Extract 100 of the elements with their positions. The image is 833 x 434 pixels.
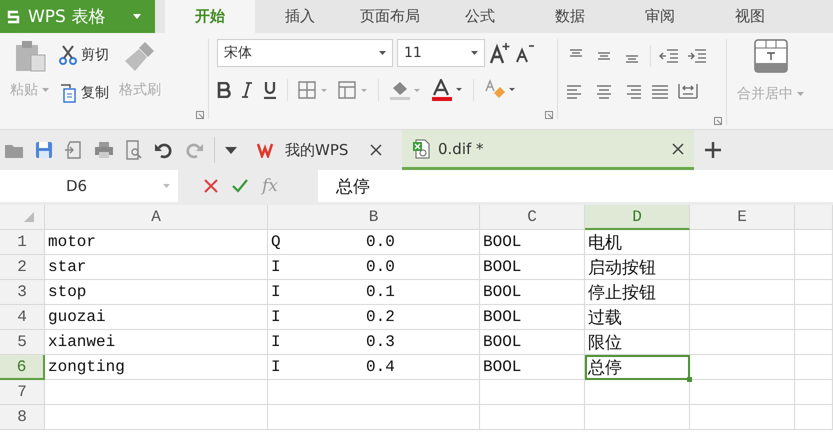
cell-text: 0.0 — [366, 258, 395, 276]
row-header[interactable]: 4 — [0, 305, 45, 330]
caret-icon — [797, 92, 804, 96]
cut-button[interactable]: 剪切 — [57, 43, 111, 67]
cell-style-icon[interactable] — [338, 81, 368, 99]
scissors-icon — [59, 45, 77, 65]
decrease-indent-icon[interactable] — [659, 48, 679, 64]
close-icon[interactable] — [672, 142, 684, 154]
table-cell: guozai — [45, 305, 268, 330]
ribbon-tab[interactable]: 审阅 — [615, 0, 705, 33]
increase-indent-icon[interactable] — [687, 48, 707, 64]
table-cell — [795, 380, 833, 405]
caret-icon — [379, 51, 386, 55]
font-name-value: 宋体 — [224, 44, 252, 62]
bold-icon[interactable] — [217, 82, 231, 98]
row-header[interactable]: 2 — [0, 255, 45, 280]
cell-text: 0.4 — [366, 358, 395, 376]
table-cell: 启动按钮 — [585, 255, 690, 280]
ribbon-tab[interactable]: 数据 — [525, 0, 615, 33]
document-tab-title: 我的WPS — [285, 140, 348, 160]
table-cell — [795, 230, 833, 255]
column-header[interactable]: D — [585, 205, 690, 230]
row-header[interactable]: 6 — [0, 355, 45, 380]
paintbrush-icon — [123, 39, 157, 73]
underline-icon[interactable] — [263, 81, 277, 99]
font-shrink-icon[interactable] — [515, 43, 535, 63]
ribbon-tab[interactable]: 视图 — [705, 0, 795, 33]
document-tab[interactable]: 0.dif * — [402, 130, 694, 170]
dialog-launcher-icon[interactable] — [545, 111, 553, 119]
paste-label: 粘贴 — [10, 81, 38, 99]
dialog-launcher-icon[interactable] — [714, 117, 722, 125]
dialog-launcher-icon[interactable] — [196, 111, 204, 119]
eraser-icon[interactable] — [484, 79, 516, 101]
printer-icon[interactable] — [94, 140, 114, 160]
row-header[interactable]: 8 — [0, 405, 45, 430]
ribbon-tab[interactable]: 开始 — [165, 0, 255, 33]
borders-icon[interactable] — [298, 81, 328, 99]
caret-icon — [163, 184, 170, 188]
font-size-dropdown[interactable]: 11 — [397, 39, 485, 67]
save-icon[interactable] — [34, 140, 54, 160]
column-header[interactable]: E — [690, 205, 795, 230]
column-header[interactable]: B — [268, 205, 480, 230]
table-cell: zongting — [45, 355, 268, 380]
table-cell — [795, 305, 833, 330]
font-grow-icon[interactable] — [489, 42, 511, 64]
ribbon-tab[interactable]: 页面布局 — [345, 0, 435, 33]
cell-text: 0.3 — [366, 333, 395, 351]
align-center-icon[interactable] — [594, 83, 614, 99]
row-header[interactable]: 5 — [0, 330, 45, 355]
formula-field[interactable]: 总停 — [318, 170, 833, 202]
copy-icon — [59, 83, 77, 103]
font-size-value: 11 — [404, 45, 422, 61]
justify-icon[interactable] — [650, 83, 670, 99]
font-name-dropdown[interactable]: 宋体 — [217, 39, 393, 67]
table-cell: motor — [45, 230, 268, 255]
cell-text: Q — [271, 233, 282, 251]
table-cell: 停止按钮 — [585, 280, 690, 305]
row-header[interactable]: 7 — [0, 380, 45, 405]
table-cell: xianwei — [45, 330, 268, 355]
cut-label: 剪切 — [81, 46, 109, 64]
dropdown-caret-icon[interactable] — [225, 146, 237, 154]
table-cell: stop — [45, 280, 268, 305]
row-header[interactable]: 3 — [0, 280, 45, 305]
column-header[interactable]: A — [45, 205, 268, 230]
cell-text: 总停 — [588, 356, 622, 378]
cell-text: I — [271, 258, 282, 276]
name-box[interactable]: D6 — [0, 170, 178, 202]
cancel-icon[interactable] — [204, 179, 218, 193]
table-cell: 限位 — [585, 330, 690, 355]
merge-center-label: 合并居中 — [737, 85, 793, 103]
copy-button[interactable]: 复制 — [57, 81, 111, 105]
row-header[interactable]: 1 — [0, 230, 45, 255]
confirm-icon[interactable] — [232, 179, 248, 193]
cell-text: 0.2 — [366, 308, 395, 326]
table-cell — [795, 355, 833, 380]
print-preview-icon[interactable] — [124, 140, 144, 160]
table-cell: star — [45, 255, 268, 280]
ribbon-tab[interactable]: 公式 — [435, 0, 525, 33]
formula-value: 总停 — [336, 176, 370, 198]
copy-label: 复制 — [81, 84, 109, 102]
table-cell: BOOL — [480, 280, 585, 305]
merge-cells-icon — [754, 39, 788, 73]
fill-handle[interactable] — [687, 377, 692, 382]
cell-reference: D6 — [66, 177, 88, 195]
document-tab[interactable]: 我的WPS — [247, 130, 392, 170]
new-tab-icon[interactable] — [704, 141, 722, 159]
italic-icon[interactable] — [241, 82, 253, 98]
font-color-icon[interactable] — [431, 79, 463, 101]
table-cell: BOOL — [480, 305, 585, 330]
ribbon-tab[interactable]: 插入 — [255, 0, 345, 33]
table-cell — [795, 255, 833, 280]
table-cell: BOOL — [480, 230, 585, 255]
app-logo-icon — [6, 10, 20, 24]
close-icon[interactable] — [370, 144, 382, 156]
distribute-icon[interactable] — [678, 83, 698, 99]
column-header[interactable]: C — [480, 205, 585, 230]
table-cell — [795, 405, 833, 430]
fill-color-icon[interactable] — [389, 80, 421, 100]
app-menu-button[interactable]: WPS 表格 — [0, 0, 155, 33]
table-cell: BOOL — [480, 330, 585, 355]
